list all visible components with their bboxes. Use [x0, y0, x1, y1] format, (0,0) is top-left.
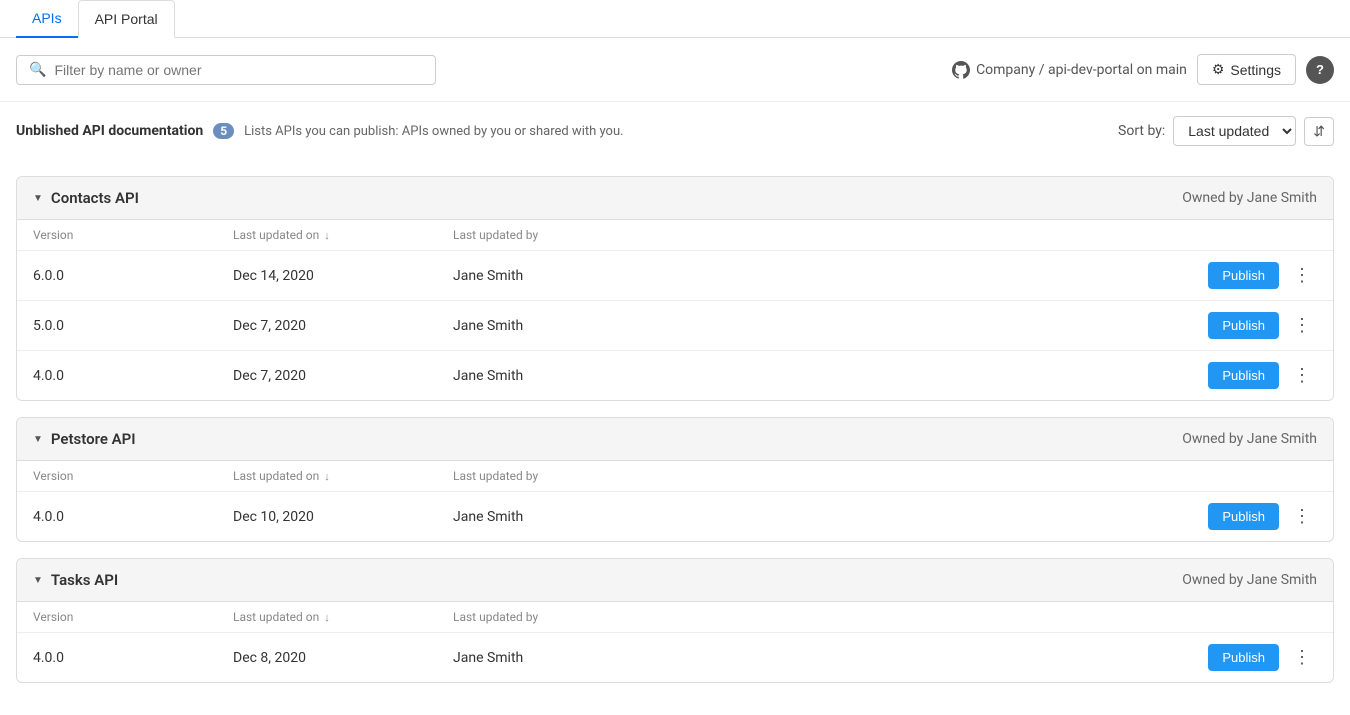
toolbar: 🔍 Company / api-dev-portal on main ⚙ Set…	[0, 38, 1350, 102]
col-version: Version	[17, 602, 217, 633]
col-actions	[844, 220, 1333, 251]
actions-cell: Publish ⋮	[844, 351, 1333, 401]
search-icon: 🔍	[29, 62, 46, 78]
api-group-header-tasks: ▼ Tasks API Owned by Jane Smith	[17, 559, 1333, 602]
publish-button[interactable]: Publish	[1208, 503, 1279, 530]
tasks-api-name: Tasks API	[51, 571, 118, 589]
table-header-row: Version Last updated on ↓ Last updated b…	[17, 602, 1333, 633]
date-cell: Dec 8, 2020	[217, 633, 437, 683]
petstore-api-name: Petstore API	[51, 430, 136, 448]
actions-cell: Publish ⋮	[844, 251, 1333, 301]
by-cell: Jane Smith	[437, 351, 844, 401]
table-header-row: Version Last updated on ↓ Last updated b…	[17, 220, 1333, 251]
table-header-row: Version Last updated on ↓ Last updated b…	[17, 461, 1333, 492]
github-icon	[952, 61, 970, 79]
version-cell: 4.0.0	[17, 492, 217, 542]
petstore-api-owner: Owned by Jane Smith	[1182, 431, 1317, 447]
table-row: 4.0.0 Dec 8, 2020 Jane Smith Publish ⋮	[17, 633, 1333, 683]
col-last-updated-by: Last updated by	[437, 602, 844, 633]
api-group-tasks: ▼ Tasks API Owned by Jane Smith Version …	[16, 558, 1334, 683]
api-group-header-contacts: ▼ Contacts API Owned by Jane Smith	[17, 177, 1333, 220]
more-options-button[interactable]: ⋮	[1287, 643, 1317, 672]
contacts-api-table: Version Last updated on ↓ Last updated b…	[17, 220, 1333, 400]
publish-button[interactable]: Publish	[1208, 262, 1279, 289]
more-options-button[interactable]: ⋮	[1287, 361, 1317, 390]
main-content: ▼ Contacts API Owned by Jane Smith Versi…	[0, 160, 1350, 715]
api-group-contacts: ▼ Contacts API Owned by Jane Smith Versi…	[16, 176, 1334, 401]
toolbar-right: Company / api-dev-portal on main ⚙ Setti…	[952, 54, 1334, 85]
version-cell: 4.0.0	[17, 633, 217, 683]
by-cell: Jane Smith	[437, 633, 844, 683]
help-button[interactable]: ?	[1306, 56, 1334, 84]
by-cell: Jane Smith	[437, 301, 844, 351]
sort-area: Sort by: Last updated Name ⇵	[1118, 116, 1334, 146]
col-last-updated-by: Last updated by	[437, 220, 844, 251]
sort-select[interactable]: Last updated Name	[1173, 116, 1296, 146]
section-title: Unblished API documentation	[16, 123, 203, 139]
api-group-header-petstore: ▼ Petstore API Owned by Jane Smith	[17, 418, 1333, 461]
col-actions	[844, 461, 1333, 492]
settings-icon: ⚙	[1212, 61, 1225, 78]
col-version: Version	[17, 461, 217, 492]
version-cell: 6.0.0	[17, 251, 217, 301]
tasks-api-owner: Owned by Jane Smith	[1182, 572, 1317, 588]
petstore-api-table: Version Last updated on ↓ Last updated b…	[17, 461, 1333, 541]
chevron-down-icon: ▼	[33, 193, 43, 204]
contacts-api-title: ▼ Contacts API	[33, 189, 139, 207]
tasks-api-table: Version Last updated on ↓ Last updated b…	[17, 602, 1333, 682]
section-header: Unblished API documentation 5 Lists APIs…	[0, 102, 1350, 160]
by-cell: Jane Smith	[437, 492, 844, 542]
contacts-api-owner: Owned by Jane Smith	[1182, 190, 1317, 206]
search-container: 🔍	[16, 55, 436, 85]
publish-button[interactable]: Publish	[1208, 312, 1279, 339]
date-cell: Dec 7, 2020	[217, 351, 437, 401]
chevron-down-icon: ▼	[33, 434, 43, 445]
actions-cell: Publish ⋮	[844, 301, 1333, 351]
version-cell: 5.0.0	[17, 301, 217, 351]
api-group-petstore: ▼ Petstore API Owned by Jane Smith Versi…	[16, 417, 1334, 542]
repo-label: Company / api-dev-portal on main	[976, 62, 1187, 78]
col-version: Version	[17, 220, 217, 251]
search-input[interactable]	[54, 62, 423, 78]
date-cell: Dec 10, 2020	[217, 492, 437, 542]
publish-button[interactable]: Publish	[1208, 362, 1279, 389]
table-row: 4.0.0 Dec 7, 2020 Jane Smith Publish ⋮	[17, 351, 1333, 401]
tabs-bar: APIs API Portal	[0, 0, 1350, 38]
col-last-updated-on: Last updated on ↓	[217, 220, 437, 251]
petstore-api-title: ▼ Petstore API	[33, 430, 136, 448]
date-cell: Dec 7, 2020	[217, 301, 437, 351]
table-row: 6.0.0 Dec 14, 2020 Jane Smith Publish ⋮	[17, 251, 1333, 301]
repo-link[interactable]: Company / api-dev-portal on main	[952, 61, 1187, 79]
contacts-api-name: Contacts API	[51, 189, 139, 207]
settings-label: Settings	[1230, 62, 1281, 78]
col-last-updated-by: Last updated by	[437, 461, 844, 492]
chevron-down-icon: ▼	[33, 575, 43, 586]
tab-api-portal[interactable]: API Portal	[78, 0, 175, 38]
table-row: 4.0.0 Dec 10, 2020 Jane Smith Publish ⋮	[17, 492, 1333, 542]
settings-button[interactable]: ⚙ Settings	[1197, 54, 1296, 85]
actions-cell: Publish ⋮	[844, 492, 1333, 542]
col-last-updated-on: Last updated on ↓	[217, 461, 437, 492]
tab-apis[interactable]: APIs	[16, 0, 78, 38]
more-options-button[interactable]: ⋮	[1287, 311, 1317, 340]
section-title-area: Unblished API documentation 5 Lists APIs…	[16, 123, 624, 139]
date-cell: Dec 14, 2020	[217, 251, 437, 301]
table-row: 5.0.0 Dec 7, 2020 Jane Smith Publish ⋮	[17, 301, 1333, 351]
version-cell: 4.0.0	[17, 351, 217, 401]
col-actions	[844, 602, 1333, 633]
tasks-api-title: ▼ Tasks API	[33, 571, 118, 589]
section-badge: 5	[213, 123, 234, 139]
by-cell: Jane Smith	[437, 251, 844, 301]
sort-direction-button[interactable]: ⇵	[1304, 117, 1334, 146]
more-options-button[interactable]: ⋮	[1287, 502, 1317, 531]
more-options-button[interactable]: ⋮	[1287, 261, 1317, 290]
actions-cell: Publish ⋮	[844, 633, 1333, 683]
section-description: Lists APIs you can publish: APIs owned b…	[244, 124, 623, 139]
sort-label: Sort by:	[1118, 123, 1165, 139]
col-last-updated-on: Last updated on ↓	[217, 602, 437, 633]
